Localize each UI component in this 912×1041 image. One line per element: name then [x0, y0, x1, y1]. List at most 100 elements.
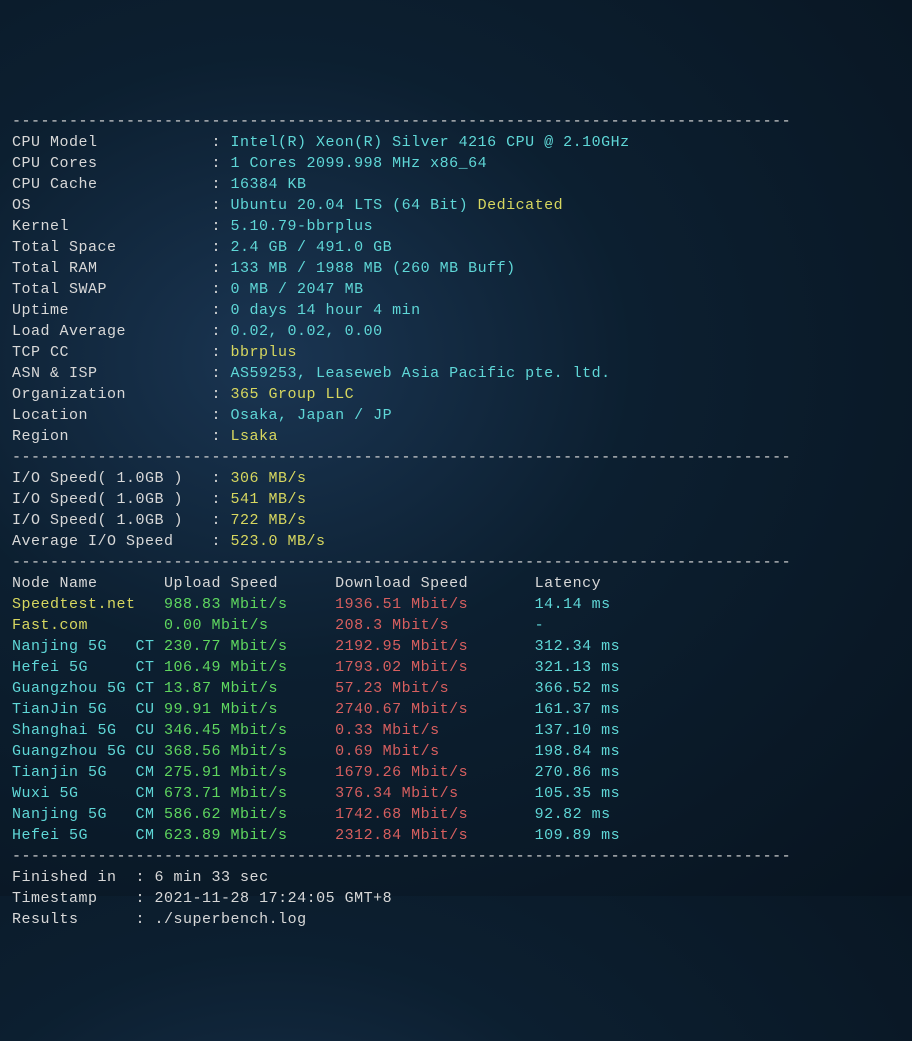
- finished-label: Finished in: [12, 869, 136, 886]
- os-value: Ubuntu 20.04 LTS (64 Bit): [231, 197, 469, 214]
- speedtest-row-upload: 623.89 Mbit/s: [164, 827, 335, 844]
- io-test3-label: I/O Speed( 1.0GB ): [12, 512, 212, 529]
- speedtest-row-node: TianJin 5G CU: [12, 701, 164, 718]
- speedtest-row-latency: -: [535, 617, 545, 634]
- io-test1-label: I/O Speed( 1.0GB ): [12, 470, 212, 487]
- speedtest-row-download: 376.34 Mbit/s: [335, 785, 535, 802]
- speedtest-header-node: Node Name: [12, 575, 164, 592]
- total-ram-value: 133 MB / 1988 MB (260 MB Buff): [231, 260, 516, 277]
- speedtest-row-latency: 109.89 ms: [535, 827, 621, 844]
- speedtest-row-node: Guangzhou 5G CU: [12, 743, 164, 760]
- speedtest-row-latency: 14.14 ms: [535, 596, 611, 613]
- cpu-cache-value: 16384 KB: [231, 176, 307, 193]
- speedtest-row-node: Speedtest.net: [12, 596, 164, 613]
- speedtest-row-download: 1793.02 Mbit/s: [335, 659, 535, 676]
- total-space-value: 2.4 GB / 491.0 GB: [231, 239, 393, 256]
- speedtest-row-latency: 312.34 ms: [535, 638, 621, 655]
- os-extra: Dedicated: [478, 197, 564, 214]
- load-avg-label: Load Average: [12, 323, 212, 340]
- speedtest-row-node: Guangzhou 5G CT: [12, 680, 164, 697]
- io-test3-value: 722 MB/s: [231, 512, 307, 529]
- total-ram-label: Total RAM: [12, 260, 212, 277]
- io-avg-value: 523.0 MB/s: [231, 533, 326, 550]
- speedtest-header-download: Download Speed: [335, 575, 535, 592]
- results-label: Results: [12, 911, 136, 928]
- speedtest-row-latency: 198.84 ms: [535, 743, 621, 760]
- divider-line: ----------------------------------------…: [12, 554, 791, 571]
- speedtest-row-node: Wuxi 5G CM: [12, 785, 164, 802]
- speedtest-rows: Speedtest.net 988.83 Mbit/s 1936.51 Mbit…: [12, 594, 900, 846]
- timestamp-label: Timestamp: [12, 890, 136, 907]
- total-swap-label: Total SWAP: [12, 281, 212, 298]
- speedtest-row-node: Nanjing 5G CT: [12, 638, 164, 655]
- speedtest-row-download: 0.69 Mbit/s: [335, 743, 535, 760]
- speedtest-row-node: Shanghai 5G CU: [12, 722, 164, 739]
- speedtest-row-upload: 586.62 Mbit/s: [164, 806, 335, 823]
- speedtest-row-node: Hefei 5G CT: [12, 659, 164, 676]
- speedtest-row-latency: 92.82 ms: [535, 806, 611, 823]
- cpu-model-value: Intel(R) Xeon(R) Silver 4216 CPU @ 2.10G…: [231, 134, 630, 151]
- speedtest-row-upload: 106.49 Mbit/s: [164, 659, 335, 676]
- speedtest-row-download: 0.33 Mbit/s: [335, 722, 535, 739]
- location-label: Location: [12, 407, 212, 424]
- speedtest-row-node: Hefei 5G CM: [12, 827, 164, 844]
- speedtest-row-download: 2312.84 Mbit/s: [335, 827, 535, 844]
- io-test1-value: 306 MB/s: [231, 470, 307, 487]
- speedtest-row-download: 1936.51 Mbit/s: [335, 596, 535, 613]
- speedtest-row-download: 1742.68 Mbit/s: [335, 806, 535, 823]
- speedtest-row-download: 2740.67 Mbit/s: [335, 701, 535, 718]
- location-value: Osaka, Japan / JP: [231, 407, 393, 424]
- total-space-label: Total Space: [12, 239, 212, 256]
- uptime-label: Uptime: [12, 302, 212, 319]
- speedtest-row-upload: 988.83 Mbit/s: [164, 596, 335, 613]
- speedtest-row-node: Tianjin 5G CM: [12, 764, 164, 781]
- os-label: OS: [12, 197, 212, 214]
- tcp-cc-value: bbrplus: [231, 344, 298, 361]
- kernel-value: 5.10.79-bbrplus: [231, 218, 374, 235]
- terminal-output: ----------------------------------------…: [0, 84, 912, 936]
- uptime-value: 0 days 14 hour 4 min: [231, 302, 421, 319]
- timestamp-value: 2021-11-28 17:24:05 GMT+8: [155, 890, 393, 907]
- speedtest-row-upload: 230.77 Mbit/s: [164, 638, 335, 655]
- speedtest-row-upload: 13.87 Mbit/s: [164, 680, 335, 697]
- cpu-cores-label: CPU Cores: [12, 155, 212, 172]
- org-label: Organization: [12, 386, 212, 403]
- speedtest-row-download: 2192.95 Mbit/s: [335, 638, 535, 655]
- asn-isp-value: AS59253, Leaseweb Asia Pacific pte. ltd.: [231, 365, 611, 382]
- speedtest-row-upload: 99.91 Mbit/s: [164, 701, 335, 718]
- total-swap-value: 0 MB / 2047 MB: [231, 281, 364, 298]
- cpu-model-label: CPU Model: [12, 134, 212, 151]
- speedtest-row-latency: 161.37 ms: [535, 701, 621, 718]
- speedtest-row-latency: 321.13 ms: [535, 659, 621, 676]
- speedtest-row-download: 57.23 Mbit/s: [335, 680, 535, 697]
- speedtest-row-latency: 270.86 ms: [535, 764, 621, 781]
- speedtest-row-latency: 366.52 ms: [535, 680, 621, 697]
- tcp-cc-label: TCP CC: [12, 344, 212, 361]
- results-value: ./superbench.log: [155, 911, 307, 928]
- region-value: Lsaka: [231, 428, 279, 445]
- speedtest-row-download: 1679.26 Mbit/s: [335, 764, 535, 781]
- speedtest-row-node: Fast.com: [12, 617, 164, 634]
- speedtest-row-upload: 368.56 Mbit/s: [164, 743, 335, 760]
- asn-isp-label: ASN & ISP: [12, 365, 212, 382]
- io-test2-value: 541 MB/s: [231, 491, 307, 508]
- load-avg-value: 0.02, 0.02, 0.00: [231, 323, 383, 340]
- io-test2-label: I/O Speed( 1.0GB ): [12, 491, 212, 508]
- cpu-cache-label: CPU Cache: [12, 176, 212, 193]
- cpu-cores-value: 1 Cores 2099.998 MHz x86_64: [231, 155, 488, 172]
- org-value: 365 Group LLC: [231, 386, 355, 403]
- divider-line: ----------------------------------------…: [12, 113, 791, 130]
- speedtest-row-upload: 673.71 Mbit/s: [164, 785, 335, 802]
- speedtest-row-upload: 275.91 Mbit/s: [164, 764, 335, 781]
- speedtest-row-download: 208.3 Mbit/s: [335, 617, 535, 634]
- speedtest-header-latency: Latency: [535, 575, 602, 592]
- divider-line: ----------------------------------------…: [12, 449, 791, 466]
- speedtest-row-upload: 0.00 Mbit/s: [164, 617, 335, 634]
- speedtest-row-node: Nanjing 5G CM: [12, 806, 164, 823]
- speedtest-row-latency: 137.10 ms: [535, 722, 621, 739]
- io-avg-label: Average I/O Speed: [12, 533, 212, 550]
- finished-value: 6 min 33 sec: [155, 869, 269, 886]
- kernel-label: Kernel: [12, 218, 212, 235]
- speedtest-row-upload: 346.45 Mbit/s: [164, 722, 335, 739]
- divider-line: ----------------------------------------…: [12, 848, 791, 865]
